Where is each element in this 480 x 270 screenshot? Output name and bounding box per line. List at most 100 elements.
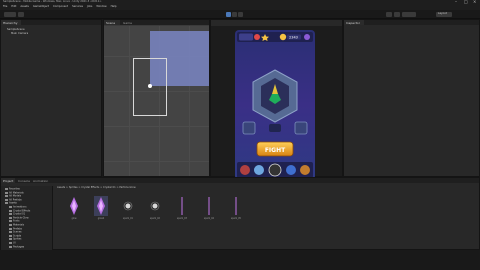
scene-tabstrip: Scene Game [104,20,209,25]
spark-line-icon [229,196,243,216]
menu-component[interactable]: Component [53,5,68,9]
tree-item-label: Scenes [13,230,22,234]
menu-edit[interactable]: Edit [11,5,16,9]
menu-help[interactable]: Help [111,5,117,9]
status-bar [0,250,480,270]
folder-icon [9,234,12,237]
folder-icon [5,188,8,190]
layout-dropdown[interactable]: Layout [436,12,452,17]
folder-icon [9,213,12,216]
asset-tile[interactable]: spark_05 [227,196,245,222]
window-title: SampleScene - Mobile Game - Windows, Mac… [3,0,102,3]
asset-label: spark_04 [204,217,214,220]
folder-icon [9,224,12,226]
crystal-icon [67,196,81,216]
folder-icon [9,220,12,223]
folder-icon [9,216,12,219]
tree-item-label: Favorites [9,187,20,191]
folder-icon [9,238,12,241]
menu-assets[interactable]: Assets [20,5,28,9]
game-viewport: 2343 FIGHT [211,26,342,180]
asset-label: spark_02 [150,217,160,220]
tree-item-label: All Prefabs [9,198,22,202]
crystal-icon [94,196,108,216]
asset-tile[interactable]: glow [65,196,83,222]
tab-project[interactable]: Project [1,178,15,183]
close-button[interactable]: × [473,0,476,4]
inspector-panel: Inspector [343,19,480,177]
asset-tile[interactable]: spark_03 [173,196,191,222]
project-tree: Favorites All Materials All Models All Pref… [1,186,53,250]
layers-dropdown[interactable] [402,12,416,17]
asset-tile[interactable]: spark_01 [119,196,137,222]
tab-inspector[interactable]: Inspector [344,20,364,25]
tree-item-label: Particle Glow [13,216,29,220]
step-button[interactable] [238,12,243,17]
pause-button[interactable] [232,12,237,17]
asset-tile[interactable]: glow2 [92,196,110,222]
asset-grid: glow glow2 spark_01 spark_02 spark_03 spark_0… [57,192,477,248]
menu-window[interactable]: Window [96,5,106,9]
asset-label: spark_01 [123,217,133,220]
hierarchy-panel: Hierarchy SampleScene Main Camera [0,19,102,177]
tree-item[interactable]: Packages [9,245,24,249]
play-button[interactable] [226,12,231,17]
asset-label: glow2 [97,217,105,220]
tree-item-label: Scripts [13,234,22,238]
minimize-button[interactable]: – [455,0,457,4]
pivot-handle[interactable] [148,84,152,88]
asset-label: spark_03 [177,217,187,220]
breadcrumb[interactable]: Assets > Sprites > Crystal Effects > Cry… [57,186,136,190]
mobile-game-screen: 2343 FIGHT [235,30,315,180]
spark-line-icon [202,196,216,216]
menu-gameobject[interactable]: GameObject [33,5,49,9]
hierarchy-tabstrip: Hierarchy [1,20,101,25]
tree-item-label: Crystal 01 [13,212,26,216]
tree-item-label: All Models [9,194,22,198]
tab-scene[interactable]: Scene [104,20,120,25]
tree-item-label: Materials [13,223,24,227]
cloud-button[interactable] [18,12,24,17]
svg-text:2343: 2343 [289,36,298,40]
menu-services[interactable]: Services [72,5,83,9]
tab-game[interactable]: Game [121,20,137,25]
history-button[interactable] [386,12,392,17]
folder-icon [9,209,12,212]
asset-tile[interactable]: spark_02 [146,196,164,222]
menu-items: File Edit Assets GameObject Component Service… [3,5,121,9]
search-button[interactable] [394,12,400,17]
tree-item-label: Fonts [13,219,20,223]
project-panel: Project Console Animation Assets > Sprit… [0,177,480,250]
folder-icon [9,231,12,234]
folder-icon [5,195,8,198]
hierarchy-item-camera[interactable]: Main Camera [11,32,28,36]
tree-item-label: Prefabs [13,227,22,231]
tab-console[interactable]: Console [16,178,30,183]
game-panel: 2343 FIGHT [210,19,343,180]
folder-icon [9,242,12,244]
tab-animation[interactable]: Animation [31,178,49,183]
account-button[interactable] [4,12,16,17]
tree-item-label: All Materials [9,191,24,195]
scene-viewport[interactable] [104,26,209,176]
tree-item-label: Crystal Effects [13,209,31,213]
spark-dot-icon [121,196,135,216]
asset-label: spark_05 [231,217,241,220]
folder-icon [9,206,12,208]
folder-icon [5,191,8,194]
scene-panel: Scene Game [103,19,210,177]
asset-tile[interactable]: spark_04 [200,196,218,222]
folder-icon [5,198,8,201]
tab-hierarchy[interactable]: Hierarchy [1,20,21,25]
folder-icon [5,202,8,205]
tree-item-label: UI [13,241,16,245]
project-tabstrip: Project Console Animation [1,178,479,183]
asset-label: glow [71,217,77,220]
menu-jobs[interactable]: Jobs [87,5,92,9]
folder-icon [9,245,12,248]
maximize-button[interactable]: □ [464,0,468,4]
menu-file[interactable]: File [3,5,7,9]
inspector-tabstrip: Inspector [344,20,479,25]
folder-icon [9,227,12,230]
tree-item-label: Assets [9,201,17,205]
